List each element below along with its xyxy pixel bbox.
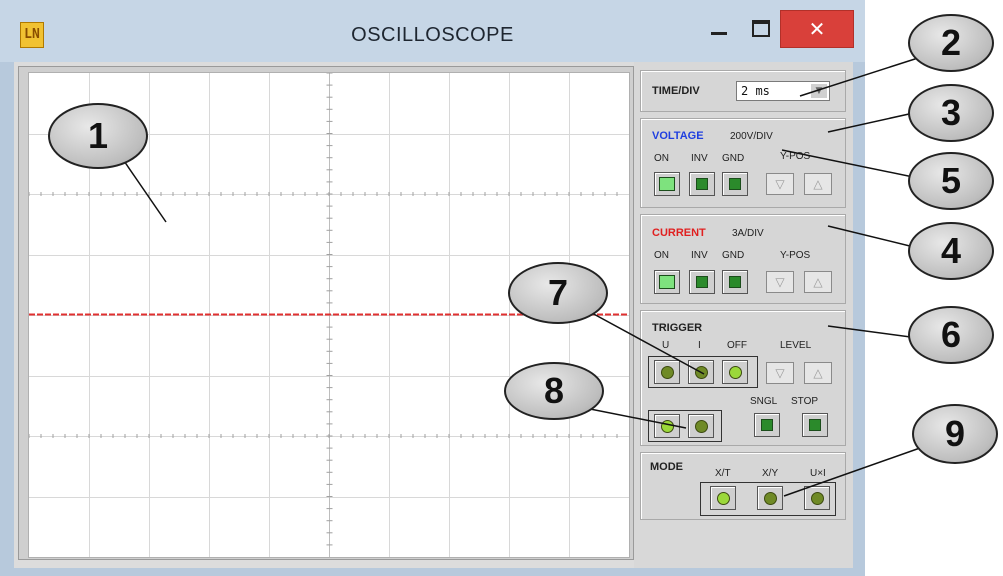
trigger-rising-edge-radio[interactable] [654, 414, 680, 438]
voltage-ypos-down-button[interactable]: ▽ [766, 173, 794, 195]
mode-uxi-radio[interactable] [804, 486, 830, 510]
voltage-ypos-label: Y-POS [780, 151, 811, 162]
trigger-off-radio[interactable] [722, 360, 748, 384]
trigger-u-radio[interactable] [654, 360, 680, 384]
minimize-button[interactable] [703, 14, 735, 44]
trigger-stop-button[interactable] [802, 413, 828, 437]
current-gnd-button[interactable] [722, 270, 748, 294]
voltage-gnd-label: GND [722, 153, 745, 164]
current-scale: 3A/DIV [732, 228, 764, 239]
mode-xt-label: X/T [715, 468, 731, 479]
callout-5: 5 [908, 152, 994, 210]
window-title: OSCILLOSCOPE [351, 24, 514, 46]
callout-1: 1 [48, 103, 148, 169]
mode-uxi-label: U×I [810, 468, 826, 479]
current-on-button[interactable] [654, 270, 680, 294]
trigger-falling-edge-radio[interactable] [688, 414, 714, 438]
voltage-inv-label: INV [691, 153, 708, 164]
timediv-select[interactable]: 2 ms ▼ [736, 81, 830, 101]
voltage-inv-button[interactable] [689, 172, 715, 196]
callout-6: 6 [908, 306, 994, 364]
current-ypos-down-button[interactable]: ▽ [766, 271, 794, 293]
trigger-level-label: LEVEL [780, 340, 812, 351]
trigger-off-label: OFF [727, 340, 747, 351]
mode-xy-radio[interactable] [757, 486, 783, 510]
trigger-sngl-button[interactable] [754, 413, 780, 437]
voltage-gnd-button[interactable] [722, 172, 748, 196]
current-on-label: ON [654, 250, 669, 261]
trigger-sngl-label: SNGL [750, 396, 778, 407]
callout-3: 3 [908, 84, 994, 142]
voltage-title: VOLTAGE [652, 130, 704, 142]
callout-4: 4 [908, 222, 994, 280]
trigger-i-radio[interactable] [688, 360, 714, 384]
callout-2: 2 [908, 14, 994, 72]
timediv-value: 2 ms [741, 84, 770, 98]
current-title: CURRENT [652, 227, 706, 239]
voltage-scale: 200V/DIV [730, 131, 773, 142]
callout-9: 9 [912, 404, 998, 464]
current-ypos-up-button[interactable]: △ [804, 271, 832, 293]
callout-7: 7 [508, 262, 608, 324]
trigger-i-label: I [698, 340, 701, 351]
trigger-level-down-button[interactable]: ▽ [766, 362, 794, 384]
chevron-down-icon[interactable]: ▼ [811, 84, 827, 98]
current-inv-button[interactable] [689, 270, 715, 294]
mode-xt-radio[interactable] [710, 486, 736, 510]
mode-title: MODE [650, 461, 683, 473]
callout-8: 8 [504, 362, 604, 420]
timediv-label: TIME/DIV [652, 85, 700, 97]
mode-xy-label: X/Y [762, 468, 779, 479]
voltage-on-label: ON [654, 153, 669, 164]
current-ypos-label: Y-POS [780, 250, 811, 261]
maximize-button[interactable] [745, 14, 777, 44]
close-button[interactable]: ✕ [780, 10, 854, 48]
voltage-ypos-up-button[interactable]: △ [804, 173, 832, 195]
trigger-u-label: U [662, 340, 670, 351]
current-gnd-label: GND [722, 250, 745, 261]
trigger-level-up-button[interactable]: △ [804, 362, 832, 384]
current-inv-label: INV [691, 250, 708, 261]
voltage-on-button[interactable] [654, 172, 680, 196]
trigger-title: TRIGGER [652, 322, 703, 334]
trigger-stop-label: STOP [791, 396, 819, 407]
